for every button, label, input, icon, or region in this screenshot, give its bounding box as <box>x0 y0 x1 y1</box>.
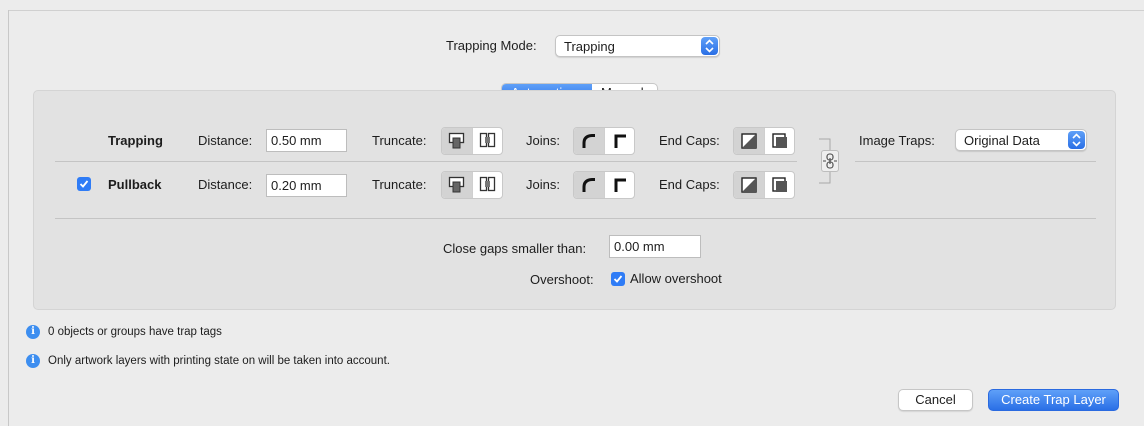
round-join-icon[interactable] <box>574 172 604 198</box>
create-trap-layer-button[interactable]: Create Trap Layer <box>988 389 1119 411</box>
row-divider <box>55 161 797 162</box>
trapping-joins-toggle <box>573 127 635 155</box>
close-gaps-field[interactable]: 0.00 mm <box>609 235 701 258</box>
pullback-distance-value: 0.20 mm <box>271 178 322 193</box>
cancel-button[interactable]: Cancel <box>898 389 973 411</box>
image-traps-label: Image Traps: <box>859 133 935 148</box>
pullback-truncate-label: Truncate: <box>372 177 427 192</box>
image-traps-popup[interactable]: Original Data <box>955 129 1087 151</box>
miter-join-icon[interactable] <box>604 128 634 154</box>
window-top-border <box>8 10 1144 11</box>
trapping-title: Trapping <box>108 133 163 148</box>
close-gaps-value: 0.00 mm <box>614 239 665 254</box>
trapping-distance-label: Distance: <box>198 133 253 148</box>
close-gaps-label: Close gaps smaller than: <box>443 241 587 256</box>
info-icon: i <box>26 354 40 368</box>
miter-join-icon[interactable] <box>604 172 634 198</box>
pullback-joins-label: Joins: <box>526 177 560 192</box>
trapping-distance-field[interactable]: 0.50 mm <box>266 129 347 152</box>
endcap-diagonal-icon[interactable] <box>734 172 764 198</box>
chain-link-icon[interactable] <box>821 150 839 172</box>
pullback-distance-label: Distance: <box>198 177 253 192</box>
allow-overshoot-checkbox[interactable] <box>611 272 625 286</box>
popup-stepper-icon <box>701 37 718 55</box>
section-divider <box>55 218 1096 219</box>
trapping-joins-label: Joins: <box>526 133 560 148</box>
endcap-square-icon[interactable] <box>764 172 794 198</box>
trapping-mode-popup[interactable]: Trapping <box>555 35 720 57</box>
pullback-endcaps-toggle <box>733 171 795 199</box>
pullback-checkbox[interactable] <box>77 177 91 191</box>
pullback-endcaps-label: End Caps: <box>659 177 720 192</box>
truncate-inside-icon[interactable] <box>442 128 472 154</box>
truncate-outside-icon[interactable] <box>472 172 502 198</box>
pullback-distance-field[interactable]: 0.20 mm <box>266 174 347 197</box>
popup-stepper-icon <box>1068 131 1085 149</box>
trapping-endcaps-label: End Caps: <box>659 133 720 148</box>
info-artwork-layers: Only artwork layers with printing state … <box>48 355 390 367</box>
info-trap-tags: 0 objects or groups have trap tags <box>48 326 222 338</box>
image-traps-value: Original Data <box>964 133 1040 148</box>
pullback-title: Pullback <box>108 177 162 192</box>
allow-overshoot-label[interactable]: Allow overshoot <box>630 271 722 287</box>
trapping-truncate-toggle <box>441 127 503 155</box>
endcap-square-icon[interactable] <box>764 128 794 154</box>
truncate-outside-icon[interactable] <box>472 128 502 154</box>
round-join-icon[interactable] <box>574 128 604 154</box>
trapping-distance-value: 0.50 mm <box>271 133 322 148</box>
pullback-truncate-toggle <box>441 171 503 199</box>
trapping-mode-value: Trapping <box>564 39 615 54</box>
trapping-mode-label: Trapping Mode: <box>446 38 537 53</box>
image-traps-divider <box>855 161 1096 162</box>
truncate-inside-icon[interactable] <box>442 172 472 198</box>
overshoot-label: Overshoot: <box>530 272 594 287</box>
trapping-endcaps-toggle <box>733 127 795 155</box>
trapping-truncate-label: Truncate: <box>372 133 427 148</box>
window-left-border <box>8 10 9 426</box>
info-icon: i <box>26 325 40 339</box>
endcap-diagonal-icon[interactable] <box>734 128 764 154</box>
pullback-joins-toggle <box>573 171 635 199</box>
